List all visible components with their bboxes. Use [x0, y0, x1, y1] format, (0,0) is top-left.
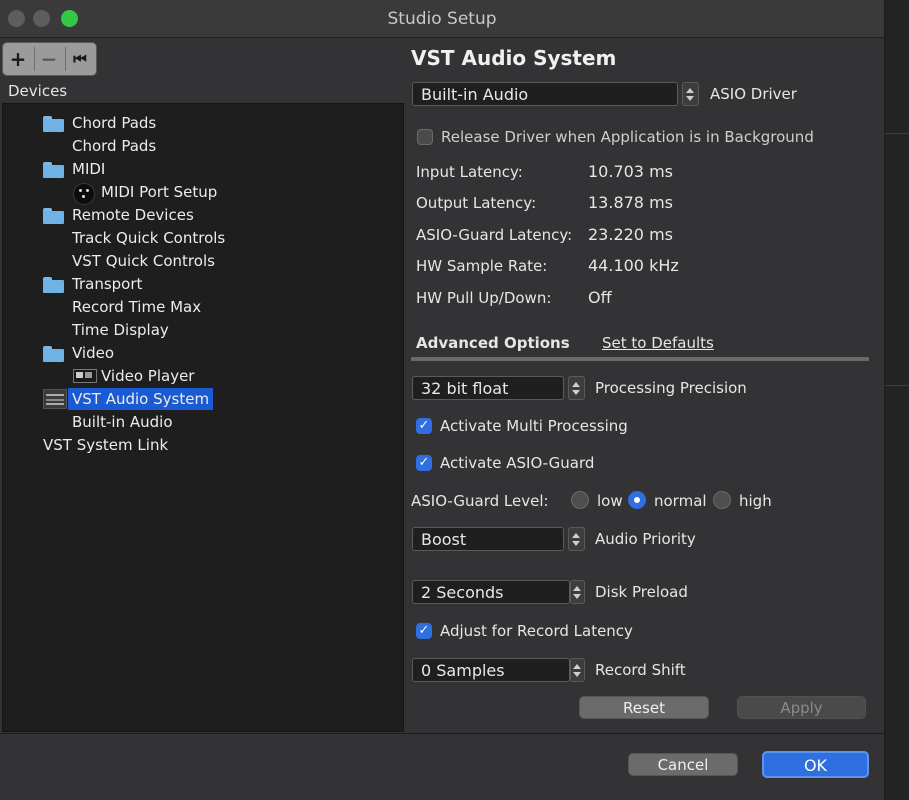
- window-title: Studio Setup: [387, 9, 497, 29]
- audio-system-icon: [43, 389, 67, 409]
- folder-icon: [43, 277, 64, 293]
- tree-item-vst-quick-controls[interactable]: VST Quick Controls: [72, 250, 215, 272]
- tree-item-built-in-audio[interactable]: Built-in Audio: [72, 411, 173, 433]
- tree-item-transport-folder[interactable]: Transport: [72, 273, 142, 295]
- device-toolbar: + − ⏮: [2, 42, 97, 76]
- tree-item-midi-port-setup[interactable]: MIDI Port Setup: [101, 181, 217, 203]
- skip-back-icon: ⏮: [73, 50, 87, 68]
- folder-icon: [43, 208, 64, 224]
- record-latency-label: Adjust for Record Latency: [440, 622, 633, 640]
- minus-icon: −: [40, 47, 58, 71]
- record-shift-label: Record Shift: [595, 661, 686, 679]
- asio-guard-latency-value: 23.220 ms: [588, 225, 673, 244]
- tree-item-vst-system-link[interactable]: VST System Link: [43, 434, 168, 456]
- ok-button[interactable]: OK: [762, 751, 869, 778]
- processing-precision-select[interactable]: 32 bit float: [412, 376, 564, 400]
- hw-sample-rate-label: HW Sample Rate:: [416, 257, 548, 275]
- audio-priority-select[interactable]: Boost: [412, 527, 564, 551]
- reset-device-button[interactable]: ⏮: [65, 43, 95, 75]
- asio-guard-label: Activate ASIO-Guard: [440, 454, 595, 472]
- release-driver-checkbox[interactable]: [417, 129, 433, 145]
- audio-priority-label: Audio Priority: [595, 530, 696, 548]
- hw-pull-label: HW Pull Up/Down:: [416, 289, 552, 307]
- set-to-defaults-link[interactable]: Set to Defaults: [602, 334, 714, 352]
- tree-item-remote-devices-folder[interactable]: Remote Devices: [72, 204, 194, 226]
- release-driver-label: Release Driver when Application is in Ba…: [441, 128, 814, 146]
- disk-preload-field[interactable]: 2 Seconds: [412, 580, 570, 604]
- asio-guard-level-normal-label: normal: [654, 492, 707, 510]
- add-device-button[interactable]: +: [3, 43, 33, 75]
- asio-guard-level-high-radio[interactable]: [713, 491, 731, 509]
- video-player-icon: [73, 369, 97, 383]
- tree-item-chord-pads[interactable]: Chord Pads: [72, 135, 156, 157]
- asio-guard-level-low-label: low: [597, 492, 623, 510]
- multi-processing-checkbox[interactable]: ✓: [416, 418, 432, 434]
- background-gridline: [885, 385, 909, 386]
- asio-guard-level-normal-radio[interactable]: [628, 491, 646, 509]
- record-shift-stepper[interactable]: [570, 658, 585, 682]
- record-latency-checkbox[interactable]: ✓: [416, 623, 432, 639]
- asio-driver-stepper[interactable]: [682, 82, 699, 106]
- input-latency-value: 10.703 ms: [588, 162, 673, 181]
- multi-processing-label: Activate Multi Processing: [440, 417, 628, 435]
- record-shift-field[interactable]: 0 Samples: [412, 658, 570, 682]
- output-latency-value: 13.878 ms: [588, 193, 673, 212]
- folder-icon: [43, 116, 64, 132]
- apply-button[interactable]: Apply: [737, 696, 866, 719]
- asio-guard-checkbox[interactable]: ✓: [416, 455, 432, 471]
- footer-divider: [0, 733, 884, 734]
- hw-pull-value: Off: [588, 288, 612, 307]
- studio-setup-window: Studio Setup + − ⏮ Devices Chord Pads Ch…: [0, 0, 885, 800]
- hw-sample-rate-value: 44.100 kHz: [588, 256, 679, 275]
- title-bar[interactable]: Studio Setup: [0, 0, 884, 38]
- background-gridline: [885, 133, 909, 134]
- processing-precision-stepper[interactable]: [568, 376, 585, 400]
- output-latency-label: Output Latency:: [416, 194, 537, 212]
- tree-item-time-display[interactable]: Time Display: [72, 319, 169, 341]
- tree-item-video-player[interactable]: Video Player: [101, 365, 194, 387]
- disk-preload-stepper[interactable]: [570, 580, 585, 604]
- tree-item-chord-pads-folder[interactable]: Chord Pads: [72, 112, 156, 134]
- reset-button[interactable]: Reset: [579, 696, 709, 719]
- panel-title: VST Audio System: [411, 46, 617, 70]
- background-app-strip: [885, 0, 909, 800]
- devices-tree[interactable]: Chord Pads Chord Pads MIDI MIDI Port Set…: [2, 103, 404, 732]
- folder-icon: [43, 346, 64, 362]
- disk-preload-label: Disk Preload: [595, 583, 688, 601]
- folder-icon: [43, 162, 64, 178]
- asio-driver-label: ASIO Driver: [710, 85, 797, 103]
- input-latency-label: Input Latency:: [416, 163, 523, 181]
- audio-priority-stepper[interactable]: [568, 527, 585, 551]
- advanced-options-divider: [411, 357, 869, 361]
- cancel-button[interactable]: Cancel: [628, 753, 738, 776]
- devices-label: Devices: [8, 82, 68, 100]
- asio-driver-select[interactable]: Built-in Audio: [412, 82, 678, 106]
- tree-item-vst-audio-system[interactable]: VST Audio System: [68, 388, 214, 410]
- tree-item-midi-folder[interactable]: MIDI: [72, 158, 105, 180]
- asio-guard-latency-label: ASIO-Guard Latency:: [416, 226, 573, 244]
- remove-device-button[interactable]: −: [34, 43, 64, 75]
- advanced-options-tab[interactable]: Advanced Options: [416, 334, 570, 352]
- asio-guard-level-low-radio[interactable]: [571, 491, 589, 509]
- plus-icon: +: [9, 47, 27, 71]
- tree-item-track-quick-controls[interactable]: Track Quick Controls: [72, 227, 225, 249]
- tree-item-video-folder[interactable]: Video: [72, 342, 114, 364]
- midi-port-icon: [73, 183, 95, 205]
- processing-precision-label: Processing Precision: [595, 379, 747, 397]
- asio-guard-level-label: ASIO-Guard Level:: [411, 492, 549, 510]
- asio-guard-level-high-label: high: [739, 492, 772, 510]
- tree-item-record-time-max[interactable]: Record Time Max: [72, 296, 201, 318]
